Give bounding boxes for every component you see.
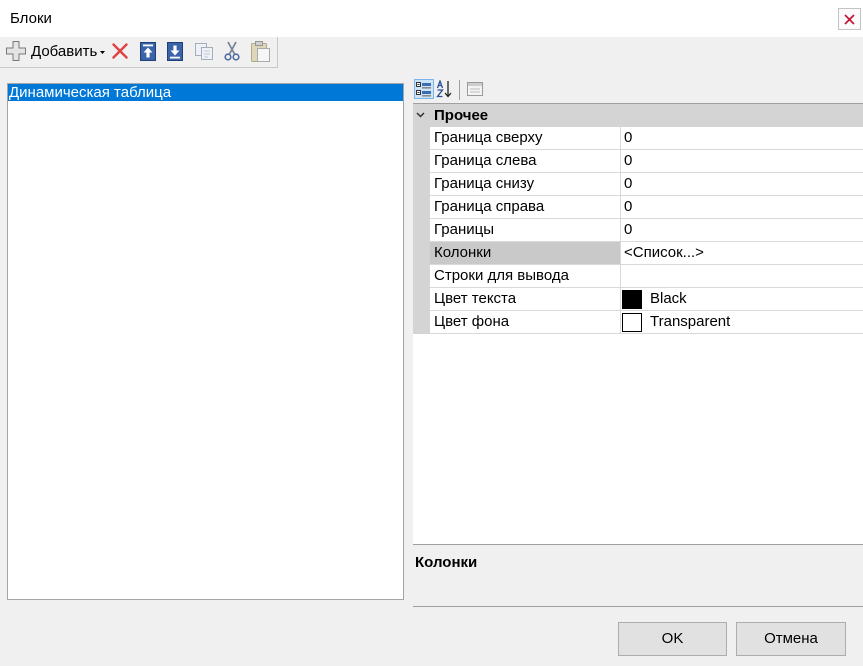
delete-icon <box>112 43 128 59</box>
move-up-icon <box>140 41 156 61</box>
paste-button[interactable] <box>248 39 272 63</box>
move-down-button[interactable] <box>163 39 187 63</box>
color-name: Transparent <box>650 313 731 330</box>
property-row-border-left[interactable]: Граница слева 0 <box>430 150 863 173</box>
property-value[interactable]: 0 <box>621 196 863 218</box>
move-up-button[interactable] <box>136 39 160 63</box>
copy-icon <box>195 42 213 60</box>
property-value[interactable]: <Список...> <box>621 242 863 264</box>
grid-gutter <box>413 127 430 334</box>
toolbar-separator <box>459 80 460 100</box>
move-down-icon <box>167 41 183 61</box>
property-name[interactable]: Колонки <box>430 242 621 264</box>
delete-button[interactable] <box>108 39 132 63</box>
help-title: Колонки <box>415 554 478 571</box>
property-name[interactable]: Границы <box>430 219 621 241</box>
property-grid[interactable]: Прочее Граница сверху 0 Граница слева 0 … <box>413 103 863 545</box>
property-row-background-color[interactable]: Цвет фона Transparent <box>430 311 863 334</box>
sort-alphabetical-icon <box>436 80 452 98</box>
paste-icon <box>251 40 270 62</box>
property-name[interactable]: Граница справа <box>430 196 621 218</box>
property-row-border-right[interactable]: Граница справа 0 <box>430 196 863 219</box>
help-pane: Колонки <box>413 545 863 607</box>
scissors-icon <box>224 41 240 61</box>
property-name[interactable]: Граница слева <box>430 150 621 172</box>
property-value[interactable] <box>621 265 863 287</box>
property-row-border-top[interactable]: Граница сверху 0 <box>430 127 863 150</box>
categorized-view-icon <box>416 82 431 97</box>
sort-alphabetical-button[interactable] <box>435 79 455 99</box>
property-pages-icon <box>467 82 483 96</box>
property-name[interactable]: Строки для вывода <box>430 265 621 287</box>
property-row-output-rows[interactable]: Строки для вывода <box>430 265 863 288</box>
cancel-button[interactable]: Отмена <box>736 622 846 656</box>
list-item[interactable]: Динамическая таблица <box>8 84 403 101</box>
property-name[interactable]: Граница снизу <box>430 173 621 195</box>
property-name[interactable]: Граница сверху <box>430 127 621 149</box>
property-row-border-bottom[interactable]: Граница снизу 0 <box>430 173 863 196</box>
chevron-down-icon[interactable] <box>416 112 425 118</box>
categorized-view-button[interactable] <box>414 79 434 99</box>
property-row-borders[interactable]: Границы 0 <box>430 219 863 242</box>
window-title: Блоки <box>10 10 52 27</box>
color-swatch <box>622 313 642 332</box>
title-bar: Блоки <box>0 0 863 37</box>
close-button[interactable] <box>838 8 861 30</box>
copy-button[interactable] <box>192 39 216 63</box>
add-button-label: Добавить <box>31 43 98 60</box>
property-value[interactable]: Black <box>621 288 863 310</box>
blocks-toolbar: Добавить <box>0 37 278 68</box>
blocks-list[interactable]: Динамическая таблица <box>7 83 404 600</box>
ok-button[interactable]: OK <box>618 622 727 656</box>
color-name: Black <box>650 290 687 307</box>
property-pages-button[interactable] <box>465 79 485 99</box>
property-row-columns[interactable]: Колонки <Список...> <box>430 242 863 265</box>
dropdown-arrow-icon[interactable] <box>100 51 105 54</box>
property-name[interactable]: Цвет текста <box>430 288 621 310</box>
plus-icon <box>6 41 26 61</box>
property-value[interactable]: 0 <box>621 173 863 195</box>
property-name[interactable]: Цвет фона <box>430 311 621 333</box>
property-row-text-color[interactable]: Цвет текста Black <box>430 288 863 311</box>
property-value[interactable]: 0 <box>621 219 863 241</box>
category-label: Прочее <box>434 107 489 124</box>
close-icon <box>844 13 855 25</box>
property-value[interactable]: 0 <box>621 150 863 172</box>
category-row[interactable]: Прочее <box>413 104 863 127</box>
property-value[interactable]: 0 <box>621 127 863 149</box>
add-button[interactable]: Добавить <box>3 39 105 65</box>
property-value[interactable]: Transparent <box>621 311 863 333</box>
cut-button[interactable] <box>220 39 244 63</box>
color-swatch <box>622 290 642 309</box>
